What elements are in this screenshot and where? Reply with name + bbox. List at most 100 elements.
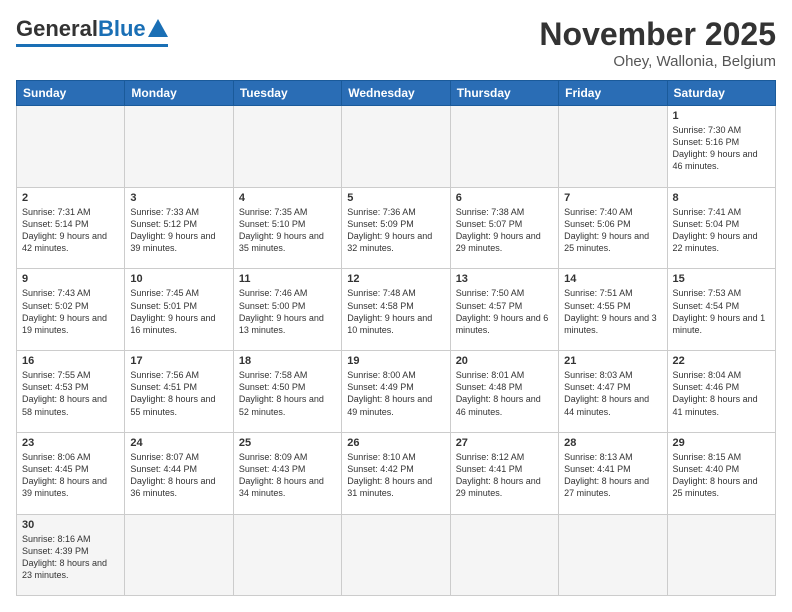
calendar-cell: 14 Sunrise: 7:51 AM Sunset: 4:55 PM Dayli… (559, 269, 667, 351)
day-number: 22 (673, 355, 770, 367)
day-info: Sunrise: 8:06 AM Sunset: 4:45 PM Dayligh… (22, 451, 119, 500)
calendar-cell: 12Sunrise: 7:48 AM Sunset: 4:58 PM Dayli… (342, 269, 450, 351)
day-info: Sunrise: 7:36 AM Sunset: 5:09 PM Dayligh… (347, 206, 444, 255)
day-info: Sunrise: 7:50 AM Sunset: 4:57 PM Dayligh… (456, 287, 553, 336)
day-number: 29 (673, 437, 770, 449)
day-info: Sunrise: 7:55 AM Sunset: 4:53 PM Dayligh… (22, 369, 119, 418)
calendar-cell: 15Sunrise: 7:53 AM Sunset: 4:54 PM Dayli… (667, 269, 775, 351)
day-number: 16 (22, 355, 119, 367)
week-row-0: 1 Sunrise: 7:30 AM Sunset: 5:16 PM Daylig… (17, 106, 776, 188)
day-number: 17 (130, 355, 227, 367)
calendar-cell (233, 106, 341, 188)
week-row-2: 9 Sunrise: 7:43 AM Sunset: 5:02 PM Daylig… (17, 269, 776, 351)
day-info: Sunrise: 7:58 AM Sunset: 4:50 PM Dayligh… (239, 369, 336, 418)
calendar-cell: 11Sunrise: 7:46 AM Sunset: 5:00 PM Dayli… (233, 269, 341, 351)
day-info: Sunrise: 8:00 AM Sunset: 4:49 PM Dayligh… (347, 369, 444, 418)
day-info: Sunrise: 8:09 AM Sunset: 4:43 PM Dayligh… (239, 451, 336, 500)
calendar: Sunday Monday Tuesday Wednesday Thursday… (16, 80, 776, 596)
week-row-5: 30 Sunrise: 8:16 AM Sunset: 4:39 PM Dayli… (17, 514, 776, 595)
calendar-cell (233, 514, 341, 595)
calendar-cell: 27 Sunrise: 8:12 AM Sunset: 4:41 PM Dayli… (450, 432, 558, 514)
calendar-cell (342, 106, 450, 188)
col-tuesday: Tuesday (233, 81, 341, 106)
day-number: 25 (239, 437, 336, 449)
day-info: Sunrise: 7:40 AM Sunset: 5:06 PM Dayligh… (564, 206, 661, 255)
location: Ohey, Wallonia, Belgium (539, 53, 776, 70)
day-number: 19 (347, 355, 444, 367)
col-sunday: Sunday (17, 81, 125, 106)
col-saturday: Saturday (667, 81, 775, 106)
day-number: 7 (564, 192, 661, 204)
logo-triangle-icon (148, 19, 168, 37)
day-info: Sunrise: 7:45 AM Sunset: 5:01 PM Dayligh… (130, 287, 227, 336)
col-friday: Friday (559, 81, 667, 106)
calendar-cell: 4 Sunrise: 7:35 AM Sunset: 5:10 PM Daylig… (233, 187, 341, 269)
month-title: November 2025 (539, 16, 776, 53)
calendar-cell (125, 514, 233, 595)
day-number: 3 (130, 192, 227, 204)
day-info: Sunrise: 7:41 AM Sunset: 5:04 PM Dayligh… (673, 206, 770, 255)
calendar-cell: 22 Sunrise: 8:04 AM Sunset: 4:46 PM Dayli… (667, 351, 775, 433)
calendar-cell: 2Sunrise: 7:31 AM Sunset: 5:14 PM Daylig… (17, 187, 125, 269)
day-info: Sunrise: 8:12 AM Sunset: 4:41 PM Dayligh… (456, 451, 553, 500)
day-info: Sunrise: 7:30 AM Sunset: 5:16 PM Dayligh… (673, 124, 770, 173)
calendar-cell: 24 Sunrise: 8:07 AM Sunset: 4:44 PM Dayli… (125, 432, 233, 514)
calendar-cell: 26 Sunrise: 8:10 AM Sunset: 4:42 PM Dayli… (342, 432, 450, 514)
week-row-4: 23 Sunrise: 8:06 AM Sunset: 4:45 PM Dayli… (17, 432, 776, 514)
calendar-cell: 25 Sunrise: 8:09 AM Sunset: 4:43 PM Dayli… (233, 432, 341, 514)
logo-text: GeneralBlue (16, 16, 168, 42)
day-number: 5 (347, 192, 444, 204)
calendar-cell: 23 Sunrise: 8:06 AM Sunset: 4:45 PM Dayli… (17, 432, 125, 514)
day-info: Sunrise: 8:07 AM Sunset: 4:44 PM Dayligh… (130, 451, 227, 500)
day-number: 21 (564, 355, 661, 367)
day-info: Sunrise: 7:35 AM Sunset: 5:10 PM Dayligh… (239, 206, 336, 255)
day-info: Sunrise: 7:38 AM Sunset: 5:07 PM Dayligh… (456, 206, 553, 255)
day-info: Sunrise: 7:46 AM Sunset: 5:00 PM Dayligh… (239, 287, 336, 336)
day-number: 8 (673, 192, 770, 204)
day-number: 23 (22, 437, 119, 449)
day-number: 24 (130, 437, 227, 449)
day-number: 9 (22, 273, 119, 285)
day-number: 28 (564, 437, 661, 449)
calendar-cell: 6Sunrise: 7:38 AM Sunset: 5:07 PM Daylig… (450, 187, 558, 269)
day-number: 13 (456, 273, 553, 285)
day-info: Sunrise: 8:16 AM Sunset: 4:39 PM Dayligh… (22, 533, 119, 582)
calendar-header: Sunday Monday Tuesday Wednesday Thursday… (17, 81, 776, 106)
day-number: 20 (456, 355, 553, 367)
col-thursday: Thursday (450, 81, 558, 106)
calendar-cell (342, 514, 450, 595)
calendar-cell: 30 Sunrise: 8:16 AM Sunset: 4:39 PM Dayli… (17, 514, 125, 595)
calendar-cell: 21 Sunrise: 8:03 AM Sunset: 4:47 PM Dayli… (559, 351, 667, 433)
calendar-cell: 16 Sunrise: 7:55 AM Sunset: 4:53 PM Dayli… (17, 351, 125, 433)
day-info: Sunrise: 7:53 AM Sunset: 4:54 PM Dayligh… (673, 287, 770, 336)
day-number: 4 (239, 192, 336, 204)
week-row-1: 2Sunrise: 7:31 AM Sunset: 5:14 PM Daylig… (17, 187, 776, 269)
calendar-cell: 17Sunrise: 7:56 AM Sunset: 4:51 PM Dayli… (125, 351, 233, 433)
calendar-cell (667, 514, 775, 595)
day-info: Sunrise: 7:43 AM Sunset: 5:02 PM Dayligh… (22, 287, 119, 336)
day-info: Sunrise: 8:13 AM Sunset: 4:41 PM Dayligh… (564, 451, 661, 500)
day-number: 2 (22, 192, 119, 204)
day-info: Sunrise: 8:04 AM Sunset: 4:46 PM Dayligh… (673, 369, 770, 418)
title-area: November 2025 Ohey, Wallonia, Belgium (539, 16, 776, 70)
day-number: 10 (130, 273, 227, 285)
calendar-cell (559, 106, 667, 188)
day-info: Sunrise: 7:51 AM Sunset: 4:55 PM Dayligh… (564, 287, 661, 336)
day-number: 14 (564, 273, 661, 285)
calendar-cell: 8 Sunrise: 7:41 AM Sunset: 5:04 PM Daylig… (667, 187, 775, 269)
day-number: 30 (22, 519, 119, 531)
calendar-cell: 18Sunrise: 7:58 AM Sunset: 4:50 PM Dayli… (233, 351, 341, 433)
calendar-cell: 29 Sunrise: 8:15 AM Sunset: 4:40 PM Dayli… (667, 432, 775, 514)
logo-blue: Blue (98, 16, 146, 42)
day-number: 1 (673, 110, 770, 122)
calendar-cell: 28 Sunrise: 8:13 AM Sunset: 4:41 PM Dayli… (559, 432, 667, 514)
header: GeneralBlue November 2025 Ohey, Wallonia… (16, 16, 776, 70)
day-info: Sunrise: 8:10 AM Sunset: 4:42 PM Dayligh… (347, 451, 444, 500)
day-number: 27 (456, 437, 553, 449)
day-info: Sunrise: 8:15 AM Sunset: 4:40 PM Dayligh… (673, 451, 770, 500)
day-number: 26 (347, 437, 444, 449)
days-row: Sunday Monday Tuesday Wednesday Thursday… (17, 81, 776, 106)
day-info: Sunrise: 8:03 AM Sunset: 4:47 PM Dayligh… (564, 369, 661, 418)
col-monday: Monday (125, 81, 233, 106)
day-info: Sunrise: 7:33 AM Sunset: 5:12 PM Dayligh… (130, 206, 227, 255)
